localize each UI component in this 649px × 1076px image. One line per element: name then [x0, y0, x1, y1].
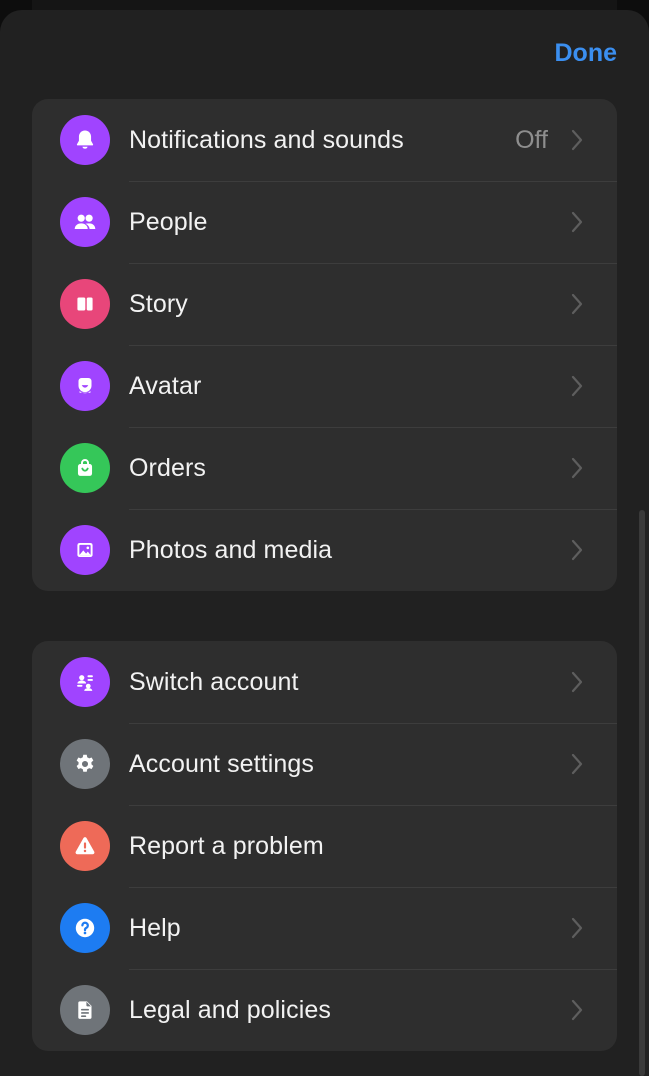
chevron-right-icon — [571, 129, 583, 151]
menu-item-orders[interactable]: Orders — [32, 427, 617, 509]
menu-item-avatar[interactable]: Avatar — [32, 345, 617, 427]
settings-sheet: Done Notifications and sounds Off People… — [0, 10, 649, 1076]
menu-item-label: Switch account — [129, 667, 299, 696]
gear-icon — [60, 739, 110, 789]
document-icon — [60, 985, 110, 1035]
chevron-right-icon — [571, 753, 583, 775]
story-icon — [60, 279, 110, 329]
chevron-right-icon — [571, 917, 583, 939]
menu-item-label: Avatar — [129, 371, 202, 400]
menu-item-label: People — [129, 207, 208, 236]
photo-icon — [60, 525, 110, 575]
menu-item-label: Account settings — [129, 749, 315, 778]
settings-group-preferences: Notifications and sounds Off People Stor… — [32, 99, 617, 591]
settings-group-account: Switch account Account settings Report a… — [32, 641, 617, 1051]
shopping-bag-icon — [60, 443, 110, 493]
people-icon — [60, 197, 110, 247]
menu-item-label: Orders — [129, 453, 207, 482]
menu-item-switch-account[interactable]: Switch account — [32, 641, 617, 723]
menu-item-photos-media[interactable]: Photos and media — [32, 509, 617, 591]
chevron-right-icon — [571, 539, 583, 561]
chevron-right-icon — [571, 375, 583, 397]
menu-item-legal-policies[interactable]: Legal and policies — [32, 969, 617, 1051]
notifications-status-value: Off — [515, 125, 548, 154]
switch-account-icon — [60, 657, 110, 707]
menu-item-label: Story — [129, 289, 188, 318]
chevron-right-icon — [571, 211, 583, 233]
done-button[interactable]: Done — [555, 39, 618, 68]
menu-item-label: Report a problem — [129, 831, 324, 860]
menu-item-label: Help — [129, 913, 181, 942]
help-icon — [60, 903, 110, 953]
background-card — [32, 0, 617, 10]
menu-item-account-settings[interactable]: Account settings — [32, 723, 617, 805]
chevron-right-icon — [571, 671, 583, 693]
chevron-right-icon — [571, 999, 583, 1021]
menu-item-story[interactable]: Story — [32, 263, 617, 345]
menu-item-label: Photos and media — [129, 535, 333, 564]
warning-icon — [60, 821, 110, 871]
menu-item-label: Legal and policies — [129, 995, 331, 1024]
menu-item-people[interactable]: People — [32, 181, 617, 263]
menu-item-label: Notifications and sounds — [129, 125, 404, 154]
chevron-right-icon — [571, 457, 583, 479]
menu-item-help[interactable]: Help — [32, 887, 617, 969]
bell-icon — [60, 115, 110, 165]
scrollbar[interactable] — [639, 510, 645, 1076]
menu-item-notifications[interactable]: Notifications and sounds Off — [32, 99, 617, 181]
chevron-right-icon — [571, 293, 583, 315]
avatar-icon — [60, 361, 110, 411]
menu-item-report-problem[interactable]: Report a problem — [32, 805, 617, 887]
